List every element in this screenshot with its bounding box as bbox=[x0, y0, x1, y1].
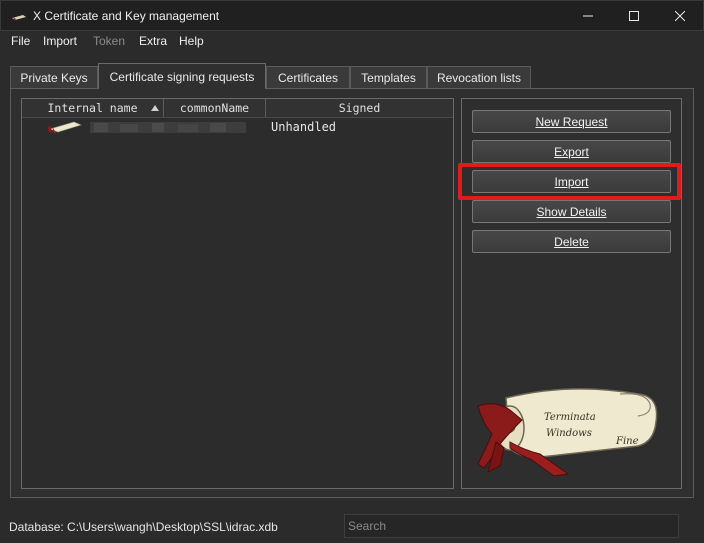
title-bar: X Certificate and Key management bbox=[0, 0, 704, 31]
column-label: Signed bbox=[338, 101, 381, 115]
column-label: commonName bbox=[179, 101, 250, 115]
window-title: X Certificate and Key management bbox=[33, 9, 220, 23]
close-icon bbox=[675, 11, 685, 21]
csr-scroll-icon bbox=[47, 121, 82, 133]
tab-templates[interactable]: Templates bbox=[350, 66, 427, 88]
menu-bar: File Import Token Extra Help bbox=[0, 31, 704, 51]
column-header-commonname[interactable]: commonName bbox=[164, 99, 266, 117]
table-row[interactable]: Unhandled bbox=[22, 118, 453, 136]
delete-label: Delete bbox=[554, 234, 589, 249]
scroll-logo-image: Terminata Windows Fine bbox=[477, 388, 658, 477]
minimize-button[interactable] bbox=[565, 1, 611, 31]
logo-text-line1: Terminata bbox=[544, 412, 596, 423]
new-request-label: New Request bbox=[535, 114, 608, 129]
export-label: Export bbox=[554, 144, 589, 159]
maximize-icon bbox=[629, 11, 639, 21]
tab-certificates[interactable]: Certificates bbox=[266, 66, 350, 88]
export-button[interactable]: Export bbox=[472, 140, 671, 163]
import-highlight-box bbox=[458, 163, 681, 200]
minimize-icon bbox=[583, 15, 593, 17]
database-path: Database: C:\Users\wangh\Desktop\SSL\idr… bbox=[9, 520, 278, 534]
tab-private-keys[interactable]: Private Keys bbox=[10, 66, 98, 88]
column-header-signed[interactable]: Signed bbox=[266, 99, 453, 117]
sort-ascending-icon bbox=[151, 105, 159, 111]
tab-certificate-signing-requests[interactable]: Certificate signing requests bbox=[98, 63, 266, 89]
show-details-label: Show Details bbox=[536, 204, 607, 219]
new-request-button[interactable]: New Request bbox=[472, 110, 671, 133]
maximize-button[interactable] bbox=[611, 1, 657, 31]
logo-text-line3: Fine bbox=[615, 436, 639, 447]
list-header: Internal name commonName Signed bbox=[22, 99, 453, 118]
signed-status: Unhandled bbox=[271, 120, 337, 134]
csr-list[interactable]: Internal name commonName Signed Unhandle… bbox=[21, 98, 454, 489]
menu-extra[interactable]: Extra bbox=[139, 34, 167, 48]
app-scroll-icon bbox=[12, 15, 26, 21]
close-button[interactable] bbox=[657, 1, 703, 31]
redacted-name-block bbox=[90, 122, 246, 133]
tab-revocation-lists[interactable]: Revocation lists bbox=[427, 66, 531, 88]
delete-button[interactable]: Delete bbox=[472, 230, 671, 253]
menu-file[interactable]: File bbox=[11, 34, 30, 48]
show-details-button[interactable]: Show Details bbox=[472, 200, 671, 223]
menu-token[interactable]: Token bbox=[93, 34, 125, 48]
tab-bar: Private Keys Certificate signing request… bbox=[10, 63, 694, 89]
search-input[interactable] bbox=[344, 514, 679, 538]
menu-import[interactable]: Import bbox=[43, 34, 77, 48]
menu-help[interactable]: Help bbox=[179, 34, 204, 48]
column-label: Internal name bbox=[47, 101, 138, 115]
logo-text-line2: Windows bbox=[546, 428, 592, 439]
column-header-internal-name[interactable]: Internal name bbox=[22, 99, 164, 117]
